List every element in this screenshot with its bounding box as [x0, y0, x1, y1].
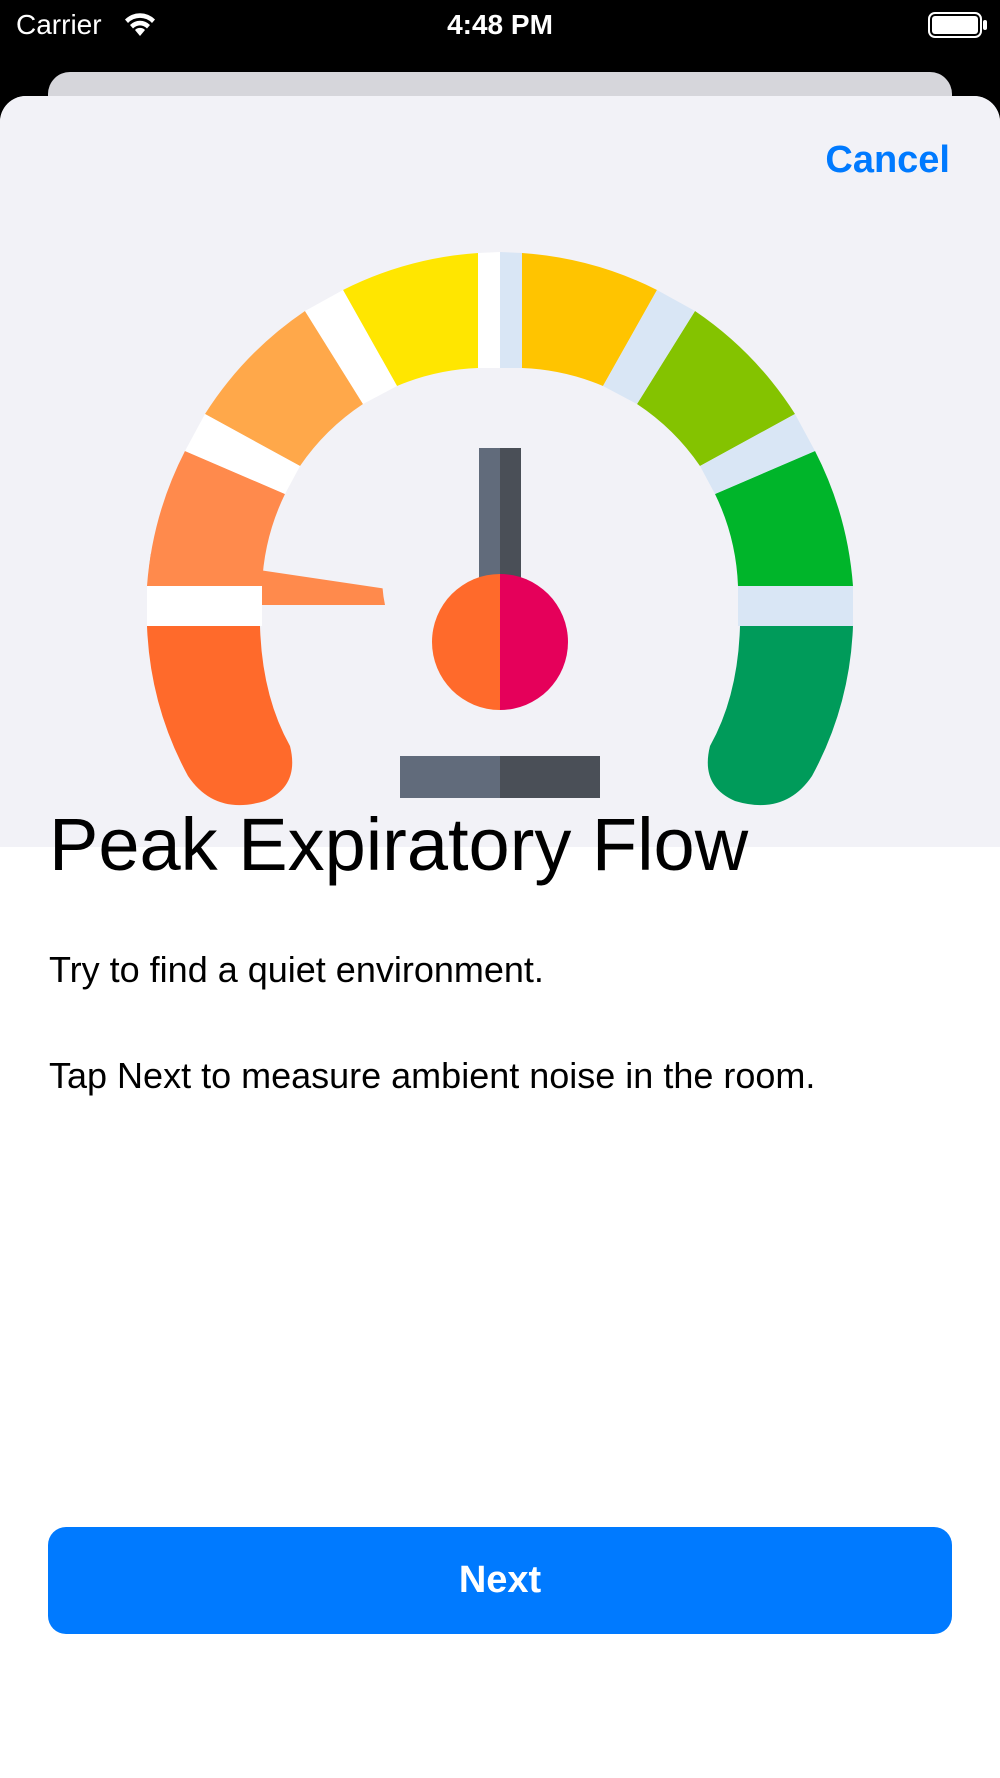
- hero-illustration-area: Cancel: [0, 96, 1000, 847]
- status-bar: Carrier 4:48 PM: [0, 0, 1000, 52]
- cancel-button[interactable]: Cancel: [825, 138, 950, 182]
- next-button-label: Next: [458, 1559, 542, 1601]
- page-title: Peak Expiratory Flow: [49, 803, 749, 886]
- status-time: 4:48 PM: [447, 9, 553, 40]
- instruction-text-2: Tap Next to measure ambient noise in the…: [49, 1055, 816, 1096]
- screen: Carrier 4:48 PM Cancel Peak Expiratory F…: [0, 0, 1000, 1778]
- peak-flow-gauge-icon: [147, 252, 853, 806]
- next-button[interactable]: Next: [48, 1527, 952, 1634]
- instruction-text-1: Try to find a quiet environment.: [49, 949, 544, 990]
- modal-sheet: Cancel: [0, 96, 1000, 1778]
- battery-icon: [928, 12, 987, 38]
